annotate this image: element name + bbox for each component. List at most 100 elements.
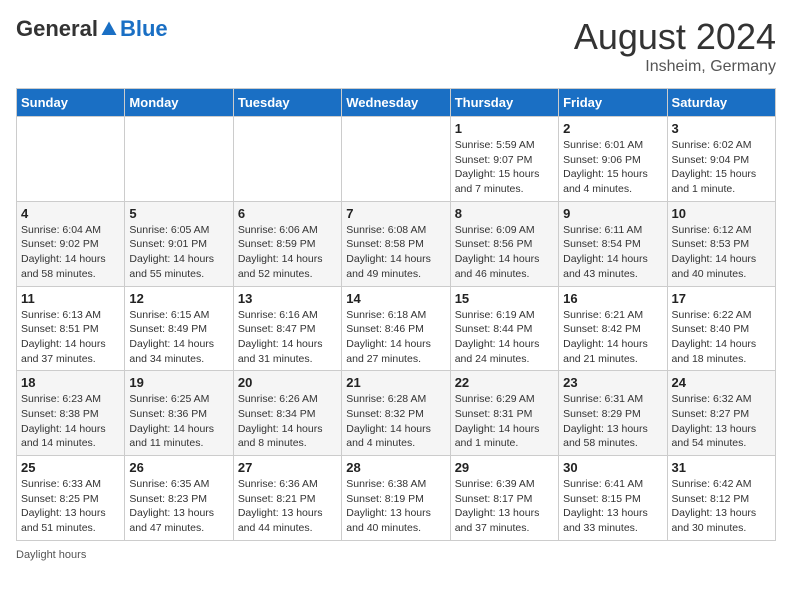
daylight-label: Daylight hours [16, 549, 86, 561]
day-number: 17 [672, 291, 771, 306]
day-info: Sunrise: 6:36 AM Sunset: 8:21 PM Dayligh… [238, 477, 337, 536]
calendar-cell: 31 Sunrise: 6:42 AM Sunset: 8:12 PM Dayli… [667, 456, 775, 541]
day-number: 25 [21, 460, 120, 475]
title-block: August 2024 Insheim, Germany [574, 16, 776, 76]
calendar-cell: 10Sunrise: 6:12 AM Sunset: 8:53 PM Dayli… [667, 201, 775, 286]
day-info: Sunrise: 6:19 AM Sunset: 8:44 PM Dayligh… [455, 308, 554, 367]
calendar-cell: 23Sunrise: 6:31 AM Sunset: 8:29 PM Dayli… [559, 371, 667, 456]
day-info: Sunrise: 6:11 AM Sunset: 8:54 PM Dayligh… [563, 223, 662, 282]
calendar-cell [342, 117, 450, 202]
calendar-cell: 12Sunrise: 6:15 AM Sunset: 8:49 PM Dayli… [125, 286, 233, 371]
calendar-day-header: Friday [559, 89, 667, 117]
day-number: 22 [455, 375, 554, 390]
day-number: 1 [455, 121, 554, 136]
day-number: 3 [672, 121, 771, 136]
day-number: 27 [238, 460, 337, 475]
day-info: Sunrise: 6:18 AM Sunset: 8:46 PM Dayligh… [346, 308, 445, 367]
day-info: Sunrise: 6:42 AM Sunset: 8:12 PM Dayligh… [672, 477, 771, 536]
calendar-cell: 15 Sunrise: 6:19 AM Sunset: 8:44 PM Dayli… [450, 286, 558, 371]
calendar-cell: 11Sunrise: 6:13 AM Sunset: 8:51 PM Dayli… [17, 286, 125, 371]
day-info: Sunrise: 6:02 AM Sunset: 9:04 PM Dayligh… [672, 138, 771, 197]
calendar-cell: 29Sunrise: 6:39 AM Sunset: 8:17 PM Dayli… [450, 456, 558, 541]
calendar-cell [17, 117, 125, 202]
calendar-cell: 28Sunrise: 6:38 AM Sunset: 8:19 PM Dayli… [342, 456, 450, 541]
calendar-day-header: Monday [125, 89, 233, 117]
day-number: 26 [129, 460, 228, 475]
calendar-cell: 19 Sunrise: 6:25 AM Sunset: 8:36 PM Dayli… [125, 371, 233, 456]
day-number: 2 [563, 121, 662, 136]
calendar-cell: 21Sunrise: 6:28 AM Sunset: 8:32 PM Dayli… [342, 371, 450, 456]
calendar-cell: 18 Sunrise: 6:23 AM Sunset: 8:38 PM Dayli… [17, 371, 125, 456]
calendar-cell: 9 Sunrise: 6:11 AM Sunset: 8:54 PM Daylig… [559, 201, 667, 286]
logo-icon [100, 20, 118, 38]
calendar-cell: 30Sunrise: 6:41 AM Sunset: 8:15 PM Dayli… [559, 456, 667, 541]
calendar-cell: 7 Sunrise: 6:08 AM Sunset: 8:58 PM Daylig… [342, 201, 450, 286]
day-info: Sunrise: 6:21 AM Sunset: 8:42 PM Dayligh… [563, 308, 662, 367]
calendar-week-row: 11Sunrise: 6:13 AM Sunset: 8:51 PM Dayli… [17, 286, 776, 371]
calendar-cell: 26 Sunrise: 6:35 AM Sunset: 8:23 PM Dayli… [125, 456, 233, 541]
day-info: Sunrise: 6:35 AM Sunset: 8:23 PM Dayligh… [129, 477, 228, 536]
day-number: 14 [346, 291, 445, 306]
day-info: Sunrise: 6:09 AM Sunset: 8:56 PM Dayligh… [455, 223, 554, 282]
day-info: Sunrise: 5:59 AM Sunset: 9:07 PM Dayligh… [455, 138, 554, 197]
day-number: 23 [563, 375, 662, 390]
day-number: 8 [455, 206, 554, 221]
calendar-header-row: SundayMondayTuesdayWednesdayThursdayFrid… [17, 89, 776, 117]
day-info: Sunrise: 6:22 AM Sunset: 8:40 PM Dayligh… [672, 308, 771, 367]
calendar-day-header: Wednesday [342, 89, 450, 117]
calendar-cell: 6 Sunrise: 6:06 AM Sunset: 8:59 PM Daylig… [233, 201, 341, 286]
calendar-table: SundayMondayTuesdayWednesdayThursdayFrid… [16, 88, 776, 541]
day-info: Sunrise: 6:13 AM Sunset: 8:51 PM Dayligh… [21, 308, 120, 367]
calendar-footer: Daylight hours [16, 549, 776, 561]
calendar-week-row: 1 Sunrise: 5:59 AM Sunset: 9:07 PM Daylig… [17, 117, 776, 202]
calendar-day-header: Sunday [17, 89, 125, 117]
calendar-cell: 2 Sunrise: 6:01 AM Sunset: 9:06 PM Daylig… [559, 117, 667, 202]
day-info: Sunrise: 6:33 AM Sunset: 8:25 PM Dayligh… [21, 477, 120, 536]
day-number: 13 [238, 291, 337, 306]
calendar-cell: 8 Sunrise: 6:09 AM Sunset: 8:56 PM Daylig… [450, 201, 558, 286]
logo-general-text: General [16, 16, 98, 42]
day-number: 9 [563, 206, 662, 221]
calendar-cell: 20Sunrise: 6:26 AM Sunset: 8:34 PM Dayli… [233, 371, 341, 456]
day-number: 18 [21, 375, 120, 390]
calendar-cell: 22 Sunrise: 6:29 AM Sunset: 8:31 PM Dayli… [450, 371, 558, 456]
day-number: 19 [129, 375, 228, 390]
logo: General Blue [16, 16, 168, 42]
calendar-cell [233, 117, 341, 202]
day-info: Sunrise: 6:32 AM Sunset: 8:27 PM Dayligh… [672, 392, 771, 451]
calendar-cell: 14 Sunrise: 6:18 AM Sunset: 8:46 PM Dayli… [342, 286, 450, 371]
day-info: Sunrise: 6:25 AM Sunset: 8:36 PM Dayligh… [129, 392, 228, 451]
day-info: Sunrise: 6:15 AM Sunset: 8:49 PM Dayligh… [129, 308, 228, 367]
day-info: Sunrise: 6:26 AM Sunset: 8:34 PM Dayligh… [238, 392, 337, 451]
calendar-cell: 3 Sunrise: 6:02 AM Sunset: 9:04 PM Daylig… [667, 117, 775, 202]
calendar-cell: 27 Sunrise: 6:36 AM Sunset: 8:21 PM Dayli… [233, 456, 341, 541]
day-info: Sunrise: 6:01 AM Sunset: 9:06 PM Dayligh… [563, 138, 662, 197]
day-number: 31 [672, 460, 771, 475]
calendar-day-header: Tuesday [233, 89, 341, 117]
calendar-cell: 25 Sunrise: 6:33 AM Sunset: 8:25 PM Dayli… [17, 456, 125, 541]
day-info: Sunrise: 6:29 AM Sunset: 8:31 PM Dayligh… [455, 392, 554, 451]
day-info: Sunrise: 6:06 AM Sunset: 8:59 PM Dayligh… [238, 223, 337, 282]
calendar-cell: 4Sunrise: 6:04 AM Sunset: 9:02 PM Daylig… [17, 201, 125, 286]
day-number: 24 [672, 375, 771, 390]
calendar-week-row: 25 Sunrise: 6:33 AM Sunset: 8:25 PM Dayli… [17, 456, 776, 541]
calendar-cell: 17 Sunrise: 6:22 AM Sunset: 8:40 PM Dayli… [667, 286, 775, 371]
calendar-cell: 13 Sunrise: 6:16 AM Sunset: 8:47 PM Dayli… [233, 286, 341, 371]
calendar-day-header: Thursday [450, 89, 558, 117]
day-number: 5 [129, 206, 228, 221]
calendar-cell: 16 Sunrise: 6:21 AM Sunset: 8:42 PM Dayli… [559, 286, 667, 371]
day-number: 16 [563, 291, 662, 306]
day-number: 21 [346, 375, 445, 390]
calendar-cell: 5Sunrise: 6:05 AM Sunset: 9:01 PM Daylig… [125, 201, 233, 286]
logo-blue-text: Blue [120, 16, 168, 42]
day-number: 15 [455, 291, 554, 306]
day-number: 7 [346, 206, 445, 221]
day-info: Sunrise: 6:16 AM Sunset: 8:47 PM Dayligh… [238, 308, 337, 367]
calendar-cell: 24 Sunrise: 6:32 AM Sunset: 8:27 PM Dayli… [667, 371, 775, 456]
day-info: Sunrise: 6:38 AM Sunset: 8:19 PM Dayligh… [346, 477, 445, 536]
day-info: Sunrise: 6:12 AM Sunset: 8:53 PM Dayligh… [672, 223, 771, 282]
day-info: Sunrise: 6:08 AM Sunset: 8:58 PM Dayligh… [346, 223, 445, 282]
day-info: Sunrise: 6:23 AM Sunset: 8:38 PM Dayligh… [21, 392, 120, 451]
day-number: 6 [238, 206, 337, 221]
day-number: 4 [21, 206, 120, 221]
